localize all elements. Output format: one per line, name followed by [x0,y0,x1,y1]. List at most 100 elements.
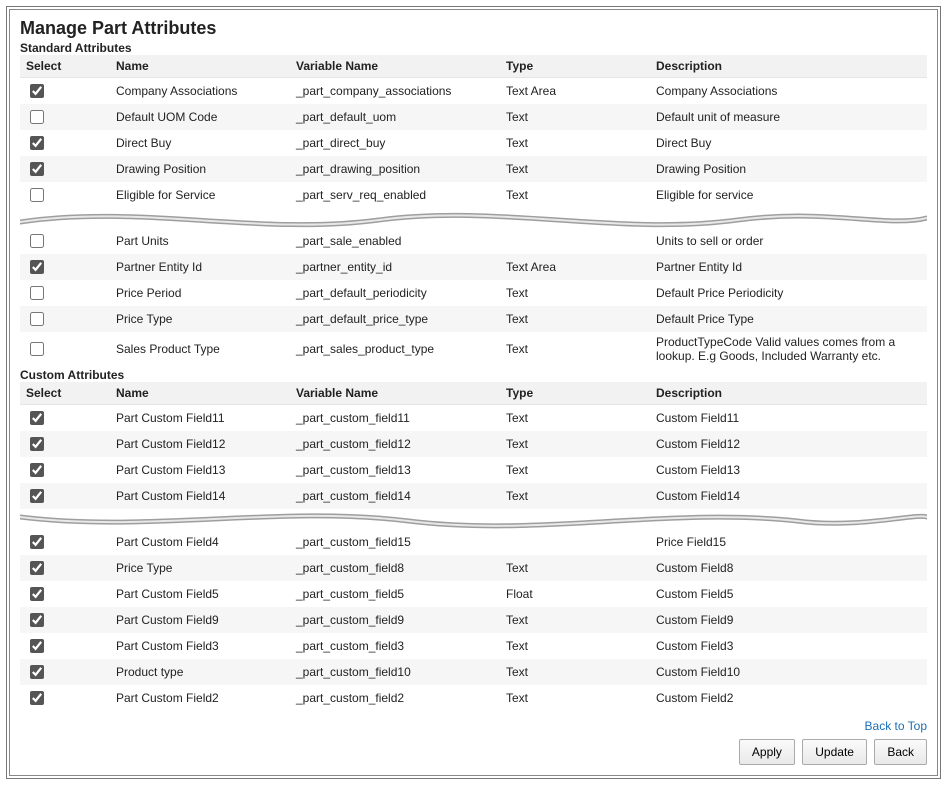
cell-variable: _part_default_uom [290,104,500,130]
cell-type: Text [500,659,650,685]
table-row: Partner Entity Id_partner_entity_idText … [20,254,927,280]
select-checkbox[interactable] [30,535,44,549]
cell-variable: _part_custom_field12 [290,431,500,457]
select-checkbox[interactable] [30,587,44,601]
cell-variable: _part_custom_field9 [290,607,500,633]
truncation-wave-icon [20,202,927,234]
table-row: Part Custom Field11_part_custom_field11T… [20,405,927,432]
table-row: Price Type_part_custom_field8TextCustom … [20,555,927,581]
cell-type: Text [500,405,650,432]
table-row: Drawing Position_part_drawing_positionTe… [20,156,927,182]
table-header-row: Select Name Variable Name Type Descripti… [20,55,927,78]
cell-description: Default Price Periodicity [650,280,927,306]
cell-name: Partner Entity Id [110,254,290,280]
cell-name: Company Associations [110,78,290,105]
cell-variable: _part_default_price_type [290,306,500,332]
back-to-top-link[interactable]: Back to Top [865,719,927,733]
cell-name: Part Custom Field3 [110,633,290,659]
select-checkbox[interactable] [30,84,44,98]
select-checkbox[interactable] [30,312,44,326]
cell-description: Drawing Position [650,156,927,182]
col-name: Name [110,55,290,78]
cell-description: Custom Field2 [650,685,927,711]
cell-variable: _part_custom_field5 [290,581,500,607]
cell-type: Text [500,156,650,182]
select-checkbox[interactable] [30,437,44,451]
cell-description: Custom Field11 [650,405,927,432]
cell-name: Drawing Position [110,156,290,182]
cell-type: Text [500,306,650,332]
cell-variable: _part_direct_buy [290,130,500,156]
cell-description: Partner Entity Id [650,254,927,280]
table-row: Part Custom Field3_part_custom_field3Tex… [20,633,927,659]
col-variable: Variable Name [290,55,500,78]
table-row: Default UOM Code_part_default_uomTextDef… [20,104,927,130]
cell-description: Default unit of measure [650,104,927,130]
select-checkbox[interactable] [30,665,44,679]
col-select: Select [20,55,110,78]
page-title: Manage Part Attributes [20,18,927,39]
section-title-standard: Standard Attributes [20,41,927,55]
table-row: Company Associations_part_company_associ… [20,78,927,105]
table-row: Part Custom Field9_part_custom_field9Tex… [20,607,927,633]
table-row: Product type_part_custom_field10TextCust… [20,659,927,685]
back-button[interactable]: Back [874,739,927,765]
cell-variable: _part_custom_field2 [290,685,500,711]
cell-variable: _partner_entity_id [290,254,500,280]
select-checkbox[interactable] [30,136,44,150]
cell-name: Price Type [110,555,290,581]
select-checkbox[interactable] [30,110,44,124]
select-checkbox[interactable] [30,613,44,627]
cell-variable: _part_drawing_position [290,156,500,182]
table-row: Price Period_part_default_periodicityTex… [20,280,927,306]
select-checkbox[interactable] [30,489,44,503]
col-desc: Description [650,55,927,78]
select-checkbox[interactable] [30,639,44,653]
cell-variable: _part_company_associations [290,78,500,105]
update-button[interactable]: Update [802,739,867,765]
table-row: Part Custom Field13_part_custom_field13T… [20,457,927,483]
cell-name: Part Custom Field12 [110,431,290,457]
table-row: Part Custom Field12_part_custom_field12T… [20,431,927,457]
cell-type: Text [500,633,650,659]
truncation-wave-icon [20,503,927,535]
select-checkbox[interactable] [30,188,44,202]
cell-description: ProductTypeCode Valid values comes from … [650,332,927,366]
cell-type: Text [500,130,650,156]
select-checkbox[interactable] [30,463,44,477]
cell-type: Text [500,431,650,457]
col-type: Type [500,55,650,78]
table-row: Direct Buy_part_direct_buyTextDirect Buy [20,130,927,156]
select-checkbox[interactable] [30,234,44,248]
select-checkbox[interactable] [30,286,44,300]
cell-variable: _part_sales_product_type [290,332,500,366]
select-checkbox[interactable] [30,342,44,356]
select-checkbox[interactable] [30,561,44,575]
cell-type: Text [500,457,650,483]
cell-variable: _part_custom_field8 [290,555,500,581]
section-title-custom: Custom Attributes [20,368,927,382]
col-name: Name [110,382,290,405]
cell-description: Custom Field8 [650,555,927,581]
cell-type: Text [500,104,650,130]
cell-type: Text [500,280,650,306]
cell-variable: _part_custom_field10 [290,659,500,685]
cell-variable: _part_custom_field3 [290,633,500,659]
select-checkbox[interactable] [30,162,44,176]
table-header-row: Select Name Variable Name Type Descripti… [20,382,927,405]
cell-type: Text Area [500,78,650,105]
cell-name: Part Custom Field5 [110,581,290,607]
cell-description: Custom Field3 [650,633,927,659]
table-row: Sales Product Type_part_sales_product_ty… [20,332,927,366]
apply-button[interactable]: Apply [739,739,795,765]
select-checkbox[interactable] [30,691,44,705]
col-select: Select [20,382,110,405]
select-checkbox[interactable] [30,260,44,274]
select-checkbox[interactable] [30,411,44,425]
cell-variable: _part_custom_field11 [290,405,500,432]
cell-description: Custom Field13 [650,457,927,483]
table-row: Part Custom Field2_part_custom_field2Tex… [20,685,927,711]
col-variable: Variable Name [290,382,500,405]
cell-description: Direct Buy [650,130,927,156]
col-type: Type [500,382,650,405]
